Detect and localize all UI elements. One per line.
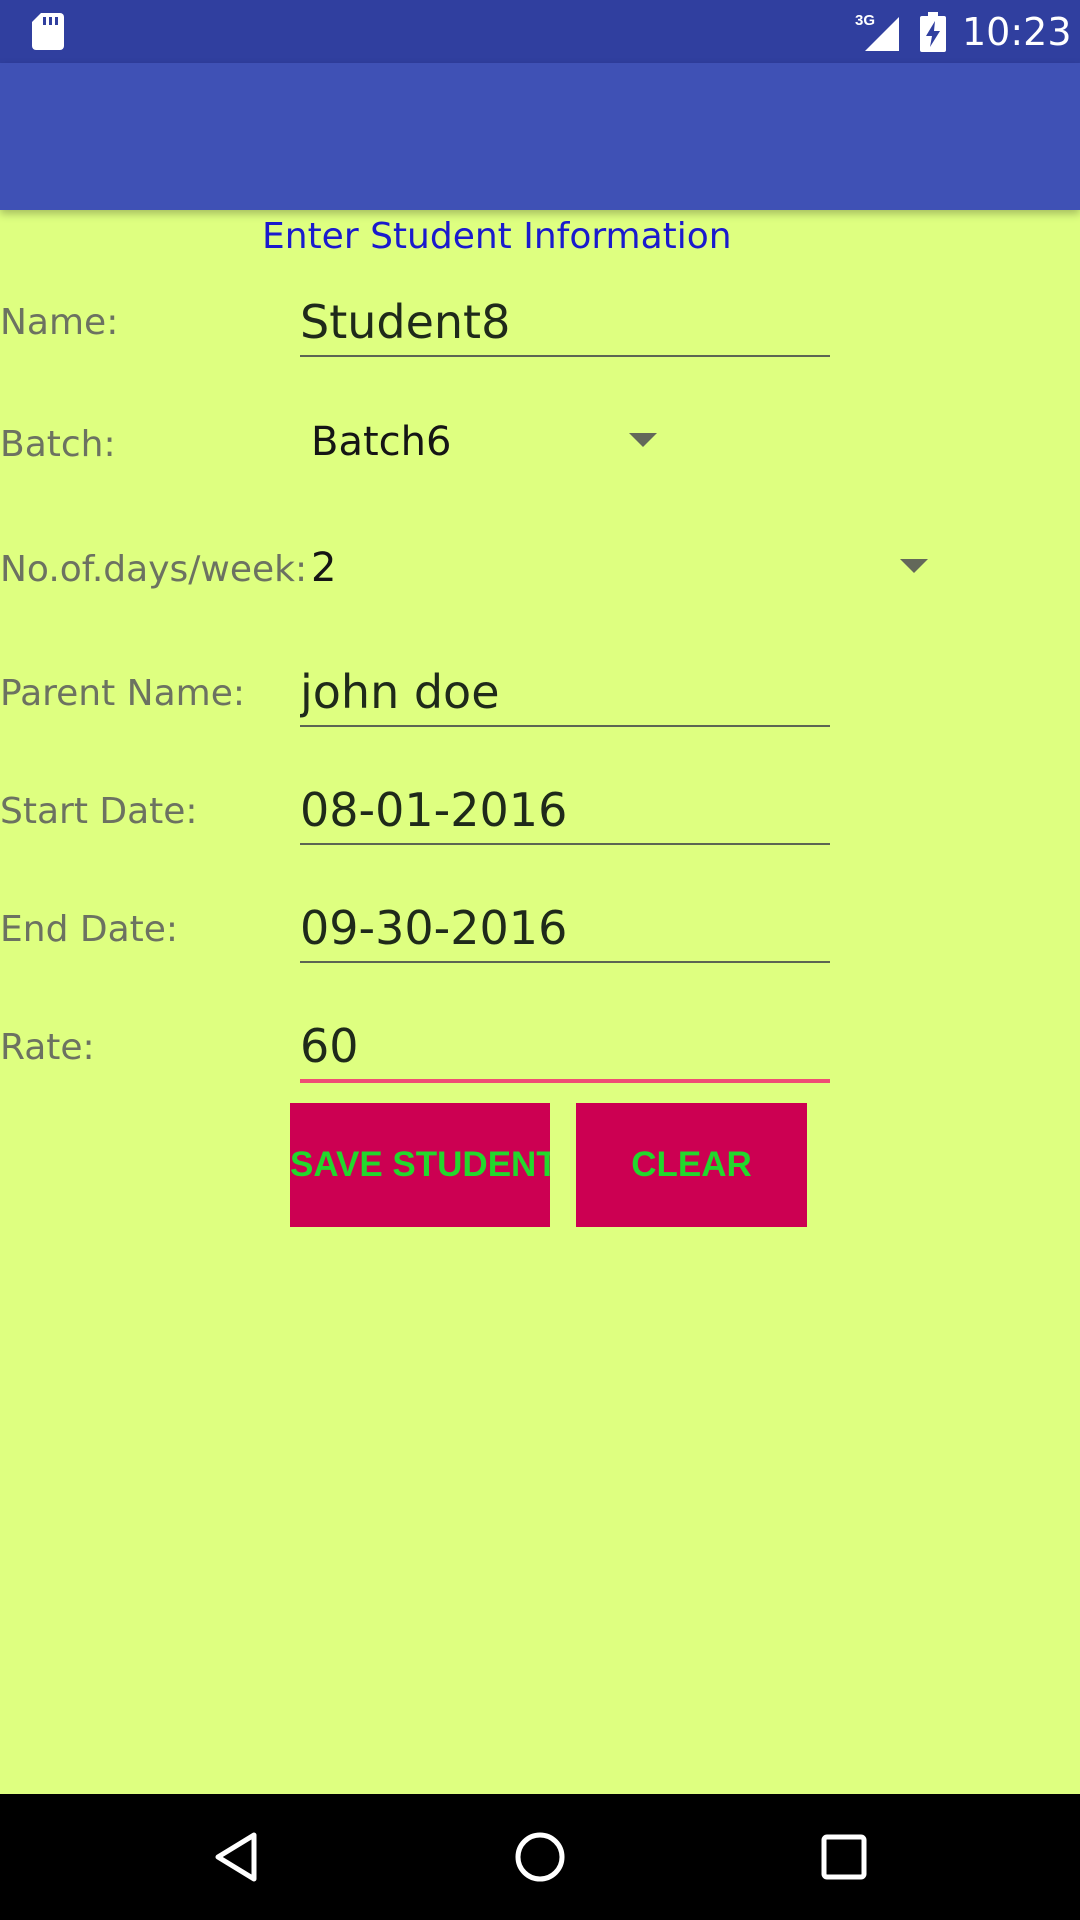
dropdown-arrow-icon bbox=[900, 559, 928, 573]
clear-button[interactable]: CLEAR bbox=[576, 1103, 807, 1227]
batch-label: Batch: bbox=[0, 424, 116, 465]
network-type-label: 3G bbox=[855, 12, 875, 29]
days-per-week-spinner[interactable]: 2 bbox=[311, 533, 931, 603]
recents-button[interactable] bbox=[774, 1794, 914, 1920]
rate-label: Rate: bbox=[0, 1027, 95, 1068]
start-date-label: Start Date: bbox=[0, 791, 198, 832]
parent-name-label: Parent Name: bbox=[0, 673, 246, 714]
home-button[interactable] bbox=[470, 1794, 610, 1920]
end-date-field[interactable] bbox=[300, 895, 830, 963]
days-per-week-label: No.of.days/week: bbox=[0, 549, 308, 590]
name-field[interactable] bbox=[300, 289, 830, 357]
back-button[interactable] bbox=[166, 1794, 306, 1920]
recents-icon bbox=[821, 1834, 867, 1880]
batch-selected-value: Batch6 bbox=[311, 419, 452, 465]
save-student-button[interactable]: SAVE STUDENT bbox=[290, 1103, 550, 1227]
parent-name-field[interactable] bbox=[300, 659, 830, 727]
screen: 3G 10:23 Enter Student Information Name:… bbox=[0, 0, 1080, 1920]
dropdown-arrow-icon bbox=[629, 433, 657, 447]
status-clock: 10:23 bbox=[962, 10, 1072, 54]
form-title: Enter Student Information bbox=[262, 216, 732, 257]
sd-card-icon bbox=[32, 13, 64, 50]
battery-charging-icon bbox=[920, 12, 946, 52]
app-bar bbox=[0, 63, 1080, 210]
signal-3g-icon: 3G bbox=[855, 12, 899, 51]
end-date-label: End Date: bbox=[0, 909, 179, 950]
navigation-bar bbox=[0, 1794, 1080, 1920]
status-bar: 3G 10:23 bbox=[0, 0, 1080, 63]
start-date-field[interactable] bbox=[300, 777, 830, 845]
name-label: Name: bbox=[0, 302, 119, 343]
back-icon bbox=[215, 1832, 257, 1882]
home-icon bbox=[515, 1832, 565, 1882]
days-per-week-selected-value: 2 bbox=[311, 545, 337, 591]
batch-spinner[interactable]: Batch6 bbox=[311, 407, 671, 477]
rate-field[interactable] bbox=[300, 1013, 830, 1083]
